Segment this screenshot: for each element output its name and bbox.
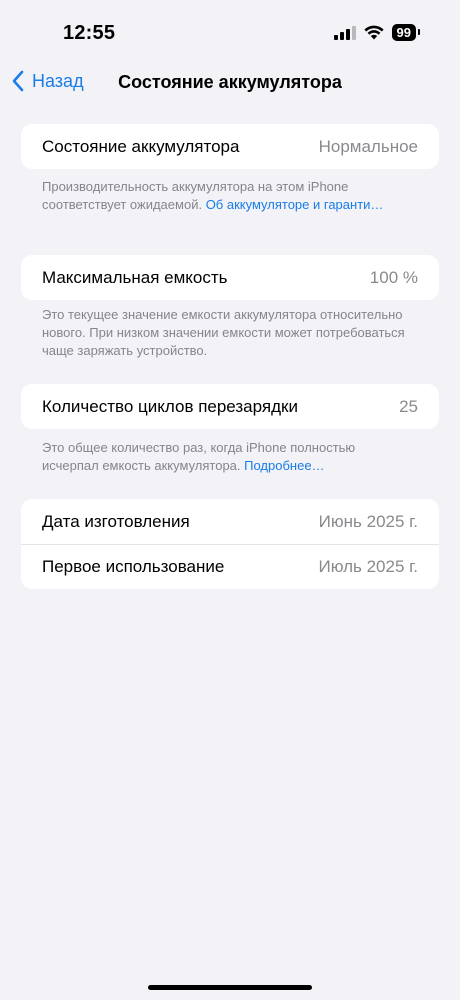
max-capacity-label: Максимальная емкость: [42, 267, 228, 287]
manufacture-date-value: Июнь 2025 г.: [318, 511, 418, 531]
battery-health-row[interactable]: Состояние аккумулятора Нормальное: [21, 124, 439, 169]
page-title: Состояние аккумулятора: [118, 72, 342, 92]
status-bar: 12:55 99: [0, 0, 460, 70]
cycle-count-note: Это общее количество раз, когда iPhone п…: [42, 439, 412, 475]
battery-health-label: Состояние аккумулятора: [42, 136, 240, 156]
battery-health-value: Нормальное: [318, 136, 418, 156]
cellular-signal-icon: [333, 25, 356, 40]
status-time: 12:55: [63, 22, 116, 44]
first-use-value: Июль 2025 г.: [318, 557, 419, 576]
battery-icon: 99: [391, 24, 421, 41]
first-use-label: Первое использование: [42, 557, 225, 576]
max-capacity-row: Максимальная емкость 100 %: [21, 255, 439, 300]
cycle-count-row: Количество циклов перезарядки 25: [21, 384, 439, 429]
max-capacity-value: 100 %: [369, 267, 418, 287]
battery-health-card: Состояние аккумулятора Нормальное: [21, 124, 439, 169]
max-capacity-note: Это текущее значение емкости аккумулятор…: [42, 307, 405, 358]
nav-bar: Назад Состояние аккумулятора: [0, 62, 460, 106]
max-capacity-card: Максимальная емкость 100 %: [21, 255, 439, 300]
manufacture-date-row: Дата изготовления Июнь 2025 г.: [21, 499, 439, 544]
wifi-icon: [363, 25, 384, 40]
cycle-count-value: 25: [399, 396, 418, 416]
cycle-count-label: Количество циклов перезарядки: [42, 396, 298, 416]
manufacture-date-label: Дата изготовления: [42, 511, 190, 531]
status-icons: 99: [333, 24, 421, 41]
home-indicator[interactable]: [148, 985, 312, 990]
battery-info-link[interactable]: Об аккумуляторе и гаран­ти…: [206, 197, 384, 212]
battery-health-note: Производительность аккумулятора на этом …: [42, 178, 412, 214]
dates-card: Дата изготовления Июнь 2025 г. Первое ис…: [21, 499, 439, 589]
first-use-row: Первое использование Июль 2025 г.: [21, 544, 439, 589]
learn-more-link[interactable]: Подробнее…: [244, 458, 324, 473]
cycle-count-card: Количество циклов перезарядки 25: [21, 384, 439, 429]
